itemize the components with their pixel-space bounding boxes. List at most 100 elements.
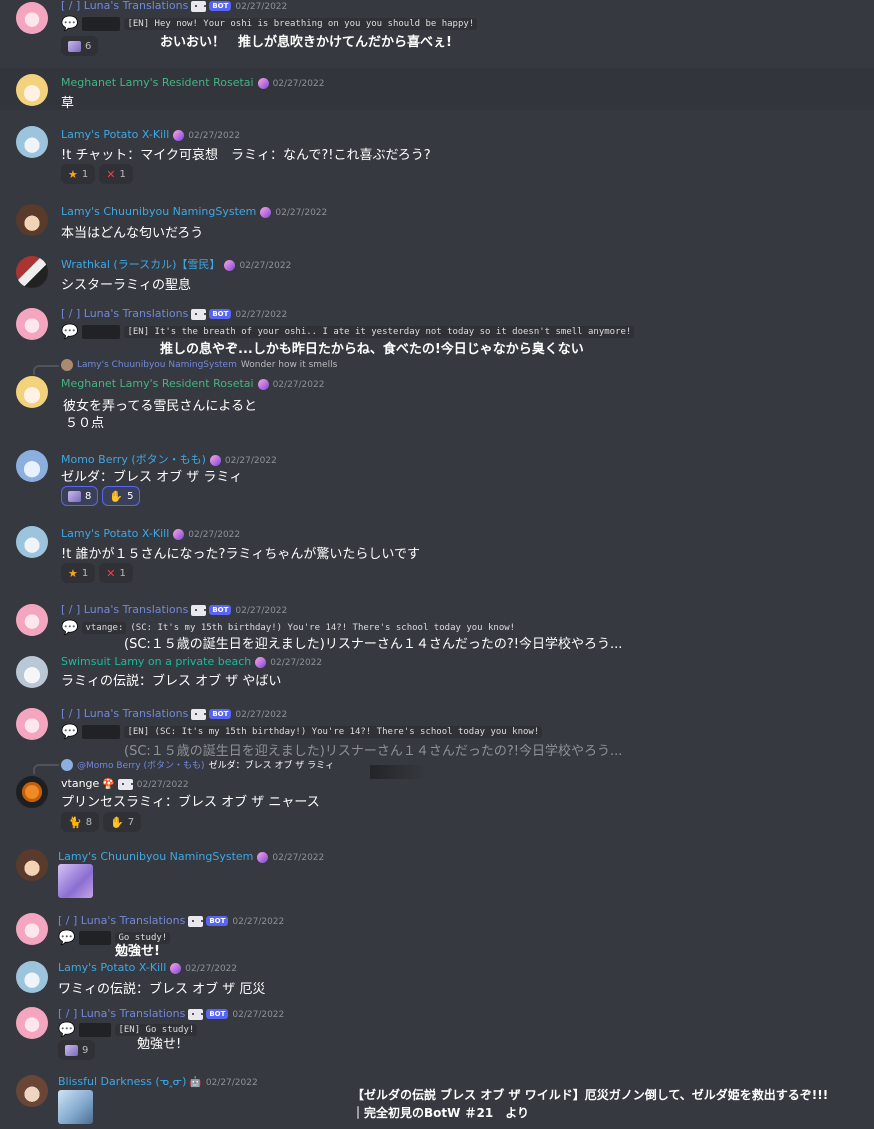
- cat-emote-icon: 🐈: [68, 815, 82, 829]
- author-name[interactable]: [ / ] Luna's Translations: [58, 1007, 185, 1020]
- avatar[interactable]: [16, 656, 48, 688]
- reaction[interactable]: ✋ 7: [103, 812, 142, 832]
- reply-avatar: [61, 758, 73, 771]
- star-icon: ★: [68, 167, 78, 181]
- reaction[interactable]: 9: [58, 1040, 96, 1060]
- timestamp: 02/27/2022: [205, 1078, 258, 1088]
- avatar[interactable]: [16, 849, 48, 881]
- redacted-username: [79, 931, 112, 945]
- lamy-emote-icon: [68, 40, 81, 52]
- sticker-image[interactable]: [58, 1090, 93, 1124]
- avatar[interactable]: [16, 604, 48, 636]
- redacted-username: [79, 1023, 112, 1037]
- reaction[interactable]: ★ 1: [61, 563, 96, 583]
- avatar[interactable]: [16, 204, 48, 236]
- booster-gem-icon: [224, 259, 236, 271]
- author-name[interactable]: [ / ] Luna's Translations: [61, 307, 188, 320]
- author-name[interactable]: Blissful Darkness (ᓀ‸ᓂ): [58, 1075, 186, 1088]
- reaction[interactable]: ✋ 5: [102, 486, 141, 506]
- reaction[interactable]: 6: [61, 36, 99, 56]
- avatar[interactable]: [16, 376, 48, 408]
- bot-badge: BOT: [206, 1009, 229, 1019]
- translation-en: (SC: It's my 15th birthday!) You're 14?!…: [130, 623, 516, 633]
- author-name[interactable]: Lamy's Chuunibyou NamingSystem: [58, 850, 253, 863]
- avatar[interactable]: [16, 2, 48, 34]
- tag-icon: [191, 604, 207, 616]
- tag-icon: [191, 708, 207, 720]
- timestamp: 02/27/2022: [272, 380, 325, 390]
- translation-en: [EN] Hey now! Your oshi is breathing on …: [124, 18, 478, 30]
- avatar[interactable]: [16, 74, 48, 106]
- message-text: !t チャット：マイク可哀想 ラミィ：なんで?!これ喜ぶだろう?: [61, 148, 431, 163]
- tag-icon: [188, 915, 204, 927]
- avatar[interactable]: [16, 126, 48, 158]
- author-name[interactable]: Lamy's Potato X-Kill: [61, 527, 169, 540]
- redacted-username: [82, 725, 121, 739]
- message-chuuni-1: Lamy's Chuunibyou NamingSystem 02/27/2022…: [0, 198, 874, 242]
- message-swimsuit: Swimsuit Lamy on a private beach 02/27/20…: [0, 652, 874, 700]
- timestamp: 02/27/2022: [136, 780, 189, 790]
- avatar[interactable]: [16, 776, 48, 808]
- author-name[interactable]: [ / ] Luna's Translations: [61, 0, 188, 12]
- avatar[interactable]: [16, 256, 48, 288]
- reply-text[interactable]: ゼルダ：ブレス オブ ザ ラミィ: [209, 758, 335, 771]
- bot-badge: BOT: [209, 605, 232, 615]
- avatar[interactable]: [16, 526, 48, 558]
- reply-author[interactable]: @Momo Berry (ボタン・もも): [77, 758, 205, 771]
- author-name[interactable]: Swimsuit Lamy on a private beach: [61, 655, 251, 668]
- reply-text[interactable]: Wonder how it smells: [241, 360, 337, 370]
- booster-gem-icon: [257, 851, 269, 863]
- translation-en: [EN] It's the breath of your oshi.. I at…: [124, 326, 635, 338]
- translation-jp: おいおい！ 推しが息吹きかけてんだから喜べぇ!: [160, 35, 452, 50]
- timestamp: 02/27/2022: [188, 131, 241, 141]
- avatar[interactable]: [16, 961, 48, 993]
- message-luna-4: [ / ] Luna's Translations BOT 02/27/2022 💬…: [0, 702, 874, 759]
- message-luna-2: [ / ] Luna's Translations BOT 02/27/2022 💬…: [0, 302, 874, 358]
- mention-user[interactable]: vtange:: [82, 622, 127, 634]
- reaction[interactable]: ✕ 1: [99, 164, 133, 184]
- author-name[interactable]: [ / ] Luna's Translations: [61, 603, 188, 616]
- message-text: プリンセスラミィ：ブレス オブ ザ ニャース: [61, 795, 320, 810]
- reaction[interactable]: ★ 1: [61, 164, 96, 184]
- cross-icon: ✕: [106, 566, 116, 580]
- timestamp: 02/27/2022: [235, 710, 288, 720]
- reaction[interactable]: 8: [61, 486, 99, 506]
- avatar[interactable]: [16, 913, 48, 945]
- message-text-line-2: ５０点: [65, 416, 105, 431]
- sticker-image[interactable]: [58, 864, 93, 898]
- translation-en: [EN] (SC: It's my 15th birthday!) You're…: [124, 726, 543, 738]
- avatar[interactable]: [16, 1007, 48, 1039]
- author-name[interactable]: Meghanet Lamy's Resident Rosetai: [61, 377, 254, 390]
- bot-badge: BOT: [206, 916, 229, 926]
- avatar[interactable]: [16, 708, 48, 740]
- author-name[interactable]: [ / ] Luna's Translations: [58, 914, 185, 927]
- speech-bubble-icon: 💬: [58, 930, 76, 946]
- author-name[interactable]: vtange: [61, 777, 99, 790]
- author-name[interactable]: Lamy's Potato X-Kill: [61, 128, 169, 141]
- author-name[interactable]: Lamy's Chuunibyou NamingSystem: [61, 205, 256, 218]
- robot-icon: 🤖: [189, 1077, 202, 1088]
- stream-title-line-2: ｜完全初見のBotW ＃21 より: [352, 1106, 530, 1120]
- author-name[interactable]: [ / ] Luna's Translations: [61, 707, 188, 720]
- timestamp: 02/27/2022: [185, 964, 238, 974]
- message-meghanet-1: Meghanet Lamy's Resident Rosetai 02/27/20…: [0, 68, 874, 111]
- author-name[interactable]: Momo Berry (ボタン・もも): [61, 453, 206, 466]
- message-luna-3: [ / ] Luna's Translations BOT 02/27/2022 💬…: [0, 598, 874, 652]
- message-text: 本当はどんな匂いだろう: [61, 226, 204, 241]
- timestamp: 02/27/2022: [235, 606, 288, 616]
- avatar[interactable]: [16, 1075, 48, 1107]
- author-name[interactable]: Wrathkal (ラースカル)【雪民】: [61, 258, 220, 271]
- avatar[interactable]: [16, 450, 48, 482]
- hand-emote-icon: ✋: [110, 815, 124, 829]
- author-name[interactable]: Lamy's Potato X-Kill: [58, 961, 166, 974]
- message-luna-5: [ / ] Luna's Translations BOT 02/27/2022 💬…: [0, 910, 874, 960]
- reply-author[interactable]: Lamy's Chuunibyou NamingSystem: [77, 360, 237, 370]
- author-name[interactable]: Meghanet Lamy's Resident Rosetai: [61, 76, 254, 89]
- message-luna-1: [ / ] Luna's Translations BOT 02/27/2022 💬…: [0, 0, 874, 60]
- reaction[interactable]: 🐈 8: [61, 812, 100, 832]
- chat-log: [ / ] Luna's Translations BOT 02/27/2022 💬…: [0, 0, 874, 1129]
- message-text: !t 誰かが１５さんになった?ラミィちゃんが驚いたらしいです: [61, 547, 420, 562]
- reaction[interactable]: ✕ 1: [99, 563, 133, 583]
- lamy-emote-icon: [65, 1044, 78, 1056]
- avatar[interactable]: [16, 308, 48, 340]
